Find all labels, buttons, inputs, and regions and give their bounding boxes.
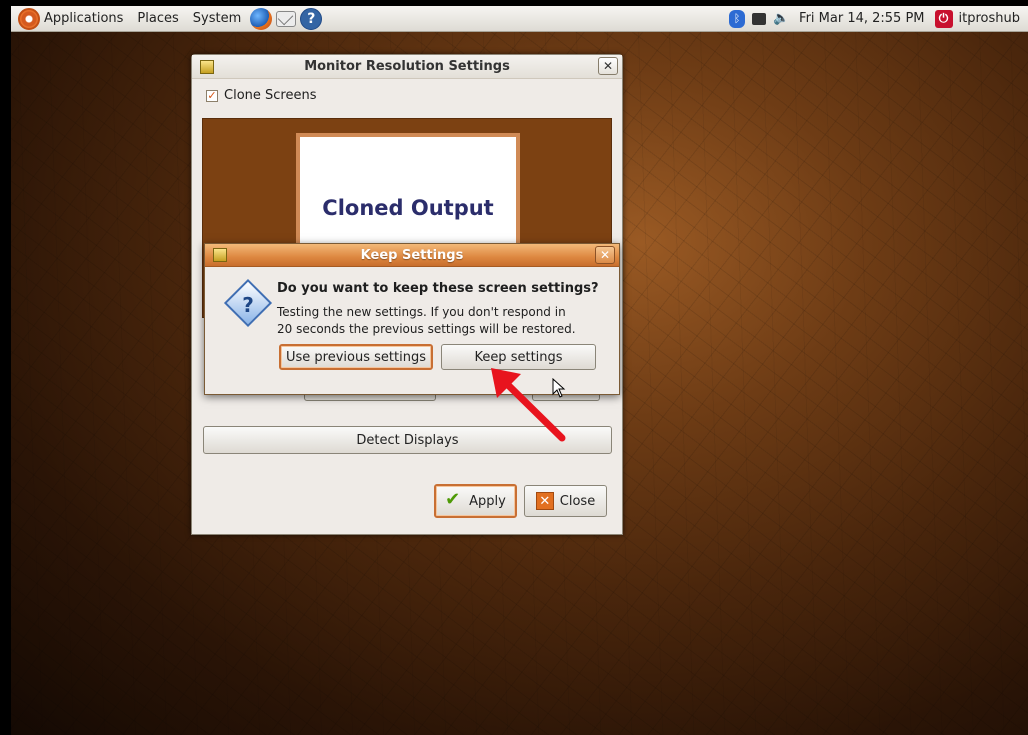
use-previous-settings-button[interactable]: Use previous settings — [279, 344, 433, 370]
panel-tray: ᛒ 🔈 Fri Mar 14, 2:55 PM ⏻ itproshub — [729, 6, 1028, 31]
top-panel: Applications Places System ? ᛒ 🔈 Fri Mar… — [11, 6, 1028, 32]
dialog-heading: Do you want to keep these screen setting… — [277, 281, 599, 296]
window-title: Monitor Resolution Settings — [304, 59, 510, 74]
applications-menu[interactable]: Applications — [11, 6, 130, 31]
red-arrow-annotation — [491, 368, 566, 442]
dialog-title: Keep Settings — [360, 247, 464, 263]
detect-displays-label: Detect Displays — [356, 432, 459, 448]
window-titlebar[interactable]: Monitor Resolution Settings ✕ — [192, 55, 622, 79]
question-icon: ? — [242, 293, 254, 317]
dialog-close-button[interactable]: ✕ — [595, 246, 615, 264]
keep-settings-label: Keep settings — [474, 349, 563, 365]
help-icon[interactable]: ? — [300, 7, 323, 30]
use-previous-settings-label: Use previous settings — [286, 349, 426, 365]
clone-screens-row[interactable]: ✓ Clone Screens — [206, 88, 316, 103]
clone-screens-label: Clone Screens — [224, 88, 317, 103]
mouse-cursor-icon — [552, 378, 566, 398]
checkmark-icon — [445, 489, 463, 510]
panel-menus: Applications Places System ? — [11, 6, 324, 31]
apply-button[interactable]: Apply — [434, 484, 517, 518]
network-icon[interactable] — [751, 10, 767, 28]
firefox-icon[interactable] — [250, 7, 273, 30]
apply-label: Apply — [469, 493, 506, 509]
username[interactable]: itproshub — [959, 11, 1020, 26]
volume-icon[interactable]: 🔈 — [773, 10, 789, 28]
cloned-output-monitor[interactable]: Cloned Output — [296, 133, 520, 253]
mail-icon[interactable] — [276, 10, 297, 27]
close-label: Close — [559, 493, 596, 509]
cloned-output-label: Cloned Output — [322, 196, 494, 220]
clone-screens-checkbox[interactable]: ✓ — [206, 89, 218, 102]
system-menu[interactable]: System — [186, 6, 248, 31]
power-icon[interactable]: ⏻ — [934, 9, 953, 28]
applications-menu-label: Applications — [44, 11, 124, 26]
clock[interactable]: Fri Mar 14, 2:55 PM — [795, 11, 928, 26]
dialog-titlebar[interactable]: Keep Settings ✕ — [205, 244, 619, 267]
close-button[interactable]: ✕ Close — [524, 485, 607, 517]
places-menu[interactable]: Places — [130, 6, 185, 31]
dialog-message-line2: 20 seconds the previous settings will be… — [277, 322, 576, 336]
dialog-message-line1: Testing the new settings. If you don't r… — [277, 305, 566, 319]
bluetooth-icon[interactable]: ᛒ — [729, 9, 746, 28]
window-close-button[interactable]: ✕ — [598, 57, 618, 75]
ubuntu-logo-icon — [18, 7, 40, 30]
close-icon: ✕ — [535, 492, 554, 510]
dialog-message: Testing the new settings. If you don't r… — [277, 304, 607, 338]
